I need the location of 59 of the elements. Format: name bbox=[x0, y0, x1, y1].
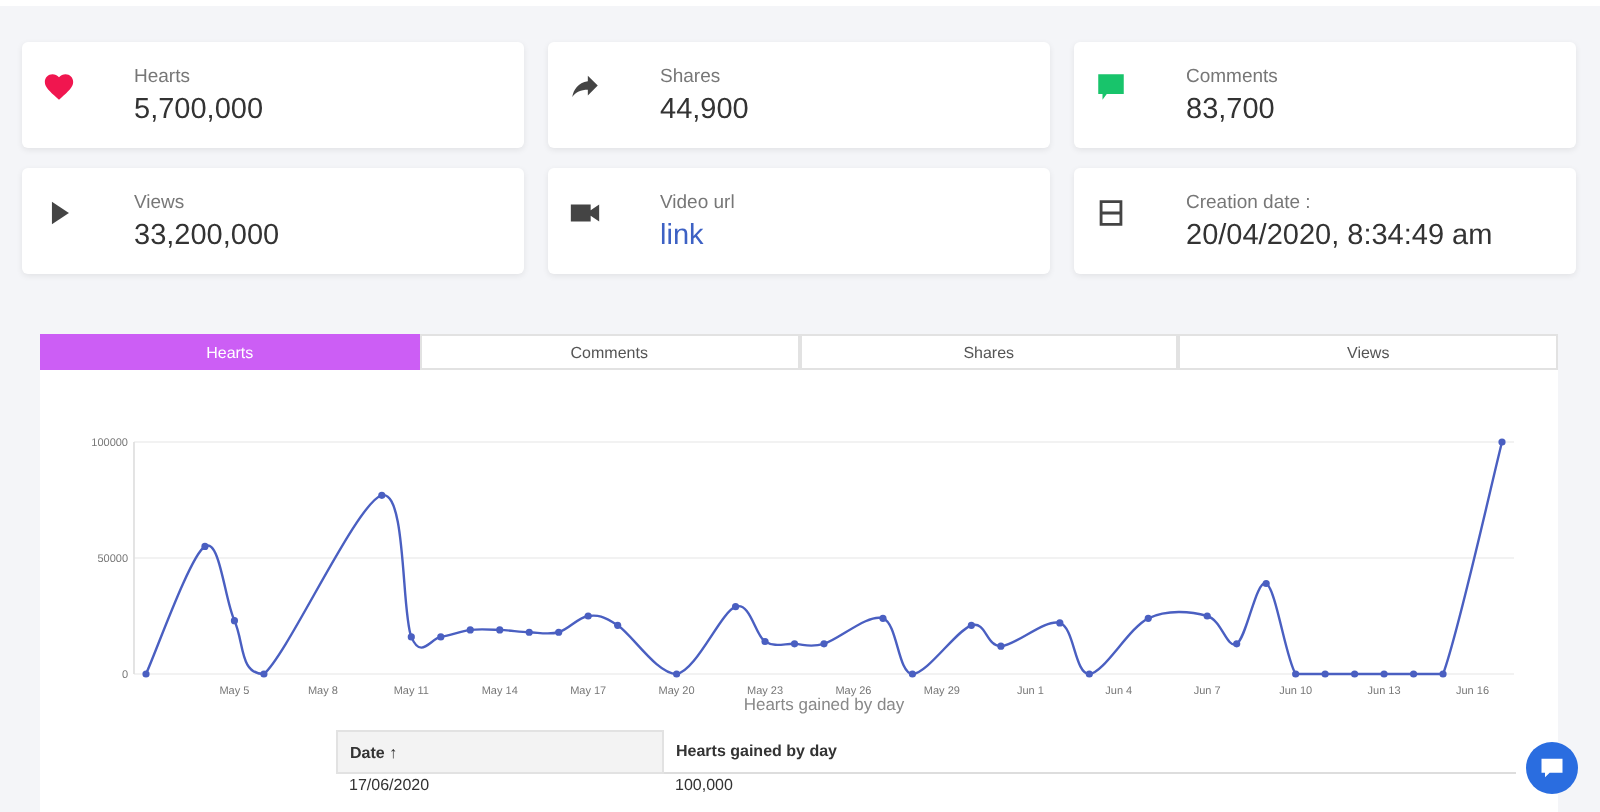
data-point bbox=[731, 603, 740, 611]
data-point bbox=[908, 670, 917, 678]
data-point bbox=[437, 633, 445, 641]
column-header[interactable]: Hearts gained by day bbox=[663, 731, 1516, 773]
data-point bbox=[201, 542, 209, 550]
data-point bbox=[790, 640, 799, 648]
video-link[interactable]: link bbox=[660, 220, 735, 252]
data-point bbox=[1351, 670, 1359, 678]
data-point bbox=[1439, 670, 1447, 678]
table-cell: 100,000 bbox=[663, 773, 1516, 798]
stat-label: Hearts bbox=[134, 66, 192, 88]
data-point bbox=[1292, 670, 1300, 678]
data-point bbox=[555, 628, 563, 636]
data-point bbox=[879, 614, 887, 622]
tab[interactable]: Shares bbox=[799, 334, 1179, 370]
stat-label: Shares bbox=[660, 66, 723, 88]
heart-icon bbox=[42, 70, 76, 104]
data-point bbox=[1056, 619, 1064, 627]
stat-value: 33,200,000 bbox=[134, 220, 280, 252]
data-point bbox=[967, 621, 975, 629]
stat-value: 44,900 bbox=[660, 94, 749, 126]
chat-button[interactable] bbox=[1526, 742, 1578, 794]
tab[interactable]: Comments bbox=[419, 334, 799, 370]
data-point bbox=[466, 626, 474, 634]
data-point bbox=[525, 628, 533, 636]
data-point bbox=[1203, 612, 1211, 620]
data-point bbox=[1409, 670, 1418, 678]
data-point bbox=[673, 670, 681, 678]
column-header[interactable]: Date ↑ bbox=[337, 731, 663, 773]
data-point bbox=[997, 642, 1005, 650]
stat-value: 5,700,000 bbox=[134, 94, 264, 126]
stat-label: Views bbox=[134, 192, 187, 214]
data-point bbox=[820, 640, 828, 648]
data-point bbox=[1498, 438, 1506, 446]
stat-value: 20/04/2020, 8:34:49 am bbox=[1186, 220, 1493, 252]
data-point bbox=[230, 617, 239, 625]
data-point bbox=[378, 491, 386, 499]
chat-icon bbox=[1538, 754, 1566, 782]
data-point bbox=[1321, 670, 1329, 678]
speech-bubble-icon bbox=[1094, 70, 1128, 104]
stat-label: Creation date : bbox=[1186, 192, 1313, 214]
data-point bbox=[584, 612, 592, 620]
data-point bbox=[761, 637, 769, 646]
stat-label: Comments bbox=[1186, 66, 1278, 88]
data-point bbox=[614, 621, 622, 629]
data-point bbox=[1144, 614, 1152, 622]
data-point bbox=[407, 633, 415, 641]
table-cell: 17/06/2020 bbox=[337, 773, 663, 798]
stat-value: 83,700 bbox=[1186, 94, 1277, 126]
data-point bbox=[260, 670, 268, 678]
data-point bbox=[1085, 670, 1093, 678]
data-point bbox=[1262, 579, 1270, 588]
tab[interactable]: Views bbox=[1178, 334, 1558, 370]
x-axis-title: Hearts gained by day bbox=[743, 694, 905, 714]
data-point bbox=[1233, 640, 1241, 648]
stat-label: Video url bbox=[660, 192, 735, 214]
data-point bbox=[1380, 670, 1388, 678]
data-point bbox=[496, 626, 504, 634]
data-point bbox=[142, 670, 150, 678]
